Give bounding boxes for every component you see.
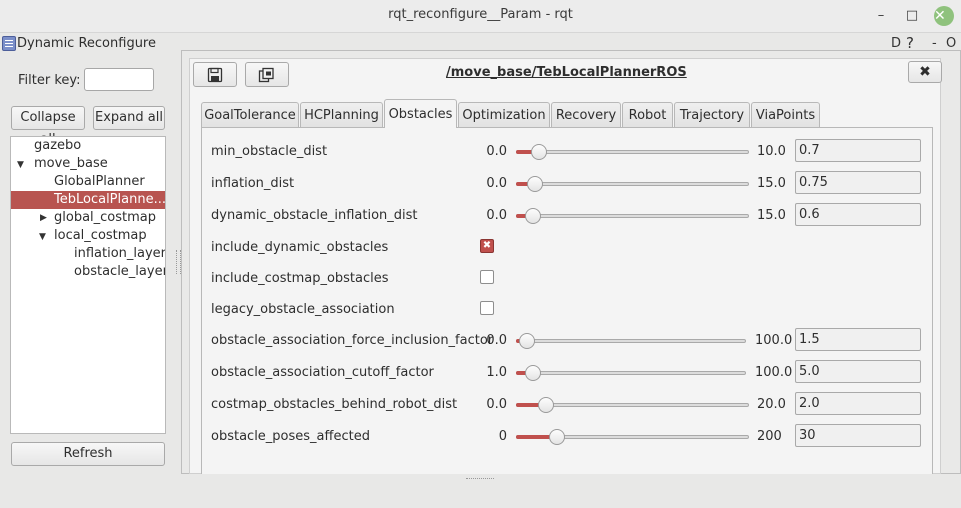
param-min: 1.0 (486, 365, 507, 380)
tree-item-obstacle-layer[interactable]: obstacle_layer (74, 263, 166, 281)
param-name: obstacle_association_force_inclusion_fac… (211, 333, 494, 348)
close-icon: ✖ (919, 64, 931, 80)
maximize-icon[interactable]: □ (903, 7, 921, 25)
param-name: legacy_obstacle_association (211, 302, 395, 317)
plugin-dock-button[interactable]: D (891, 36, 901, 51)
tab-robot[interactable]: Robot (622, 102, 673, 127)
tree-item-inflation-layer[interactable]: inflation_layer (74, 245, 166, 263)
param-max: 100.0 (755, 333, 793, 348)
tree-item-label: move_base (34, 156, 108, 171)
tab-hcplanning[interactable]: HCPlanning (300, 102, 383, 127)
param-value-input[interactable]: 2.0 (795, 392, 921, 415)
tree-item-gazebo[interactable]: gazebo (34, 137, 154, 155)
param-min: 0.0 (486, 208, 507, 223)
param-min: 0.0 (486, 144, 507, 159)
param-max: 10.0 (757, 144, 786, 159)
param-name: min_obstacle_dist (211, 144, 328, 159)
param-name: dynamic_obstacle_inflation_dist (211, 208, 418, 223)
plugin-minimize-button[interactable]: - (932, 36, 937, 51)
param-min: 0.0 (486, 333, 507, 348)
param-max: 200 (757, 429, 782, 444)
save-icon (207, 67, 223, 83)
tab-goaltolerance[interactable]: GoalTolerance (201, 102, 299, 127)
param-max: 15.0 (757, 208, 786, 223)
param-checkbox[interactable]: ✖ (480, 239, 494, 253)
param-name: costmap_obstacles_behind_robot_dist (211, 397, 458, 412)
tab-trajectory[interactable]: Trajectory (674, 102, 750, 127)
save-button[interactable] (193, 62, 237, 87)
tab-optimization[interactable]: Optimization (458, 102, 550, 127)
slider-handle[interactable] (519, 333, 535, 349)
slider-track[interactable] (516, 182, 749, 186)
param-min: 0 (498, 429, 507, 444)
plugin-title: Dynamic Reconfigure (17, 36, 156, 51)
param-min: 0.0 (486, 176, 507, 191)
param-name: include_dynamic_obstacles (211, 240, 389, 255)
collapse-all-button[interactable]: Collapse all (11, 106, 85, 147)
slider-handle[interactable] (525, 208, 541, 224)
tree-item-global-planner[interactable]: GlobalPlanner (54, 173, 164, 191)
param-checkbox[interactable] (480, 301, 494, 315)
horizontal-splitter-handle[interactable] (466, 478, 494, 482)
window-title: rqt_reconfigure__Param - rqt (388, 7, 573, 22)
param-value-input[interactable]: 0.7 (795, 139, 921, 162)
slider-handle[interactable] (525, 365, 541, 381)
param-max: 20.0 (757, 397, 786, 412)
node-tree[interactable]: gazebo ▼ move_base GlobalPlanner TebLoca… (10, 136, 166, 434)
tree-item-move-base[interactable]: move_base (34, 155, 154, 173)
param-min: 0.0 (486, 397, 507, 412)
param-name: include_costmap_obstacles (211, 271, 389, 286)
tree-item-label: global_costmap (54, 210, 157, 225)
filter-key-label: Filter key: (18, 73, 81, 88)
param-value-input[interactable]: 1.5 (795, 328, 921, 351)
param-checkbox[interactable] (480, 270, 494, 284)
expand-all-button[interactable]: Expand all (93, 106, 165, 130)
slider-handle[interactable] (527, 176, 543, 192)
tree-item-label: inflation_layer (74, 246, 166, 261)
tree-item-label: TebLocalPlanne... (54, 192, 166, 207)
tree-item-global-costmap[interactable]: global_costmap (54, 209, 164, 227)
expanded-arrow-icon[interactable]: ▼ (39, 232, 46, 242)
param-name: obstacle_poses_affected (211, 429, 370, 444)
slider-track[interactable] (516, 150, 749, 154)
slider-handle[interactable] (549, 429, 565, 445)
slider-track[interactable] (516, 371, 746, 375)
tree-item-label: local_costmap (54, 228, 147, 243)
tree-item-teb-local-planner[interactable]: TebLocalPlanne... (11, 191, 165, 209)
tree-item-local-costmap[interactable]: local_costmap (54, 227, 164, 245)
copy-button[interactable] (245, 62, 289, 87)
plugin-icon (2, 36, 16, 51)
expanded-arrow-icon[interactable]: ▼ (17, 160, 24, 170)
slider-handle[interactable] (531, 144, 547, 160)
tab-viapoints[interactable]: ViaPoints (751, 102, 820, 127)
tree-item-label: gazebo (34, 138, 82, 153)
param-max: 15.0 (757, 176, 786, 191)
slider-track[interactable] (516, 214, 749, 218)
param-max: 100.0 (755, 365, 793, 380)
param-name: obstacle_association_cutoff_factor (211, 365, 434, 380)
close-window-icon[interactable]: ✕ (934, 6, 954, 26)
slider-track[interactable] (516, 339, 746, 343)
node-title: /move_base/TebLocalPlannerROS (446, 65, 687, 80)
filter-key-input[interactable] (84, 68, 154, 91)
plugin-options-button[interactable]: O (946, 36, 956, 51)
tab-recovery[interactable]: Recovery (551, 102, 621, 127)
tab-obstacles[interactable]: Obstacles (384, 99, 457, 128)
param-value-input[interactable]: 5.0 (795, 360, 921, 383)
close-node-button[interactable]: ✖ (908, 61, 942, 83)
collapsed-arrow-icon[interactable]: ▶ (40, 213, 47, 223)
param-value-input[interactable]: 0.6 (795, 203, 921, 226)
filter-key-label-text: Filter key: (18, 73, 81, 88)
tree-item-label: GlobalPlanner (54, 174, 145, 189)
refresh-button[interactable]: Refresh (11, 442, 165, 466)
copy-icon (258, 67, 274, 83)
minimize-icon[interactable]: – (872, 7, 890, 25)
param-name: inflation_dist (211, 176, 295, 191)
window-titlebar: rqt_reconfigure__Param - rqt – □ ✕ (0, 0, 961, 33)
tree-item-label: obstacle_layer (74, 264, 166, 279)
slider-handle[interactable] (538, 397, 554, 413)
param-value-input[interactable]: 0.75 (795, 171, 921, 194)
param-value-input[interactable]: 30 (795, 424, 921, 447)
